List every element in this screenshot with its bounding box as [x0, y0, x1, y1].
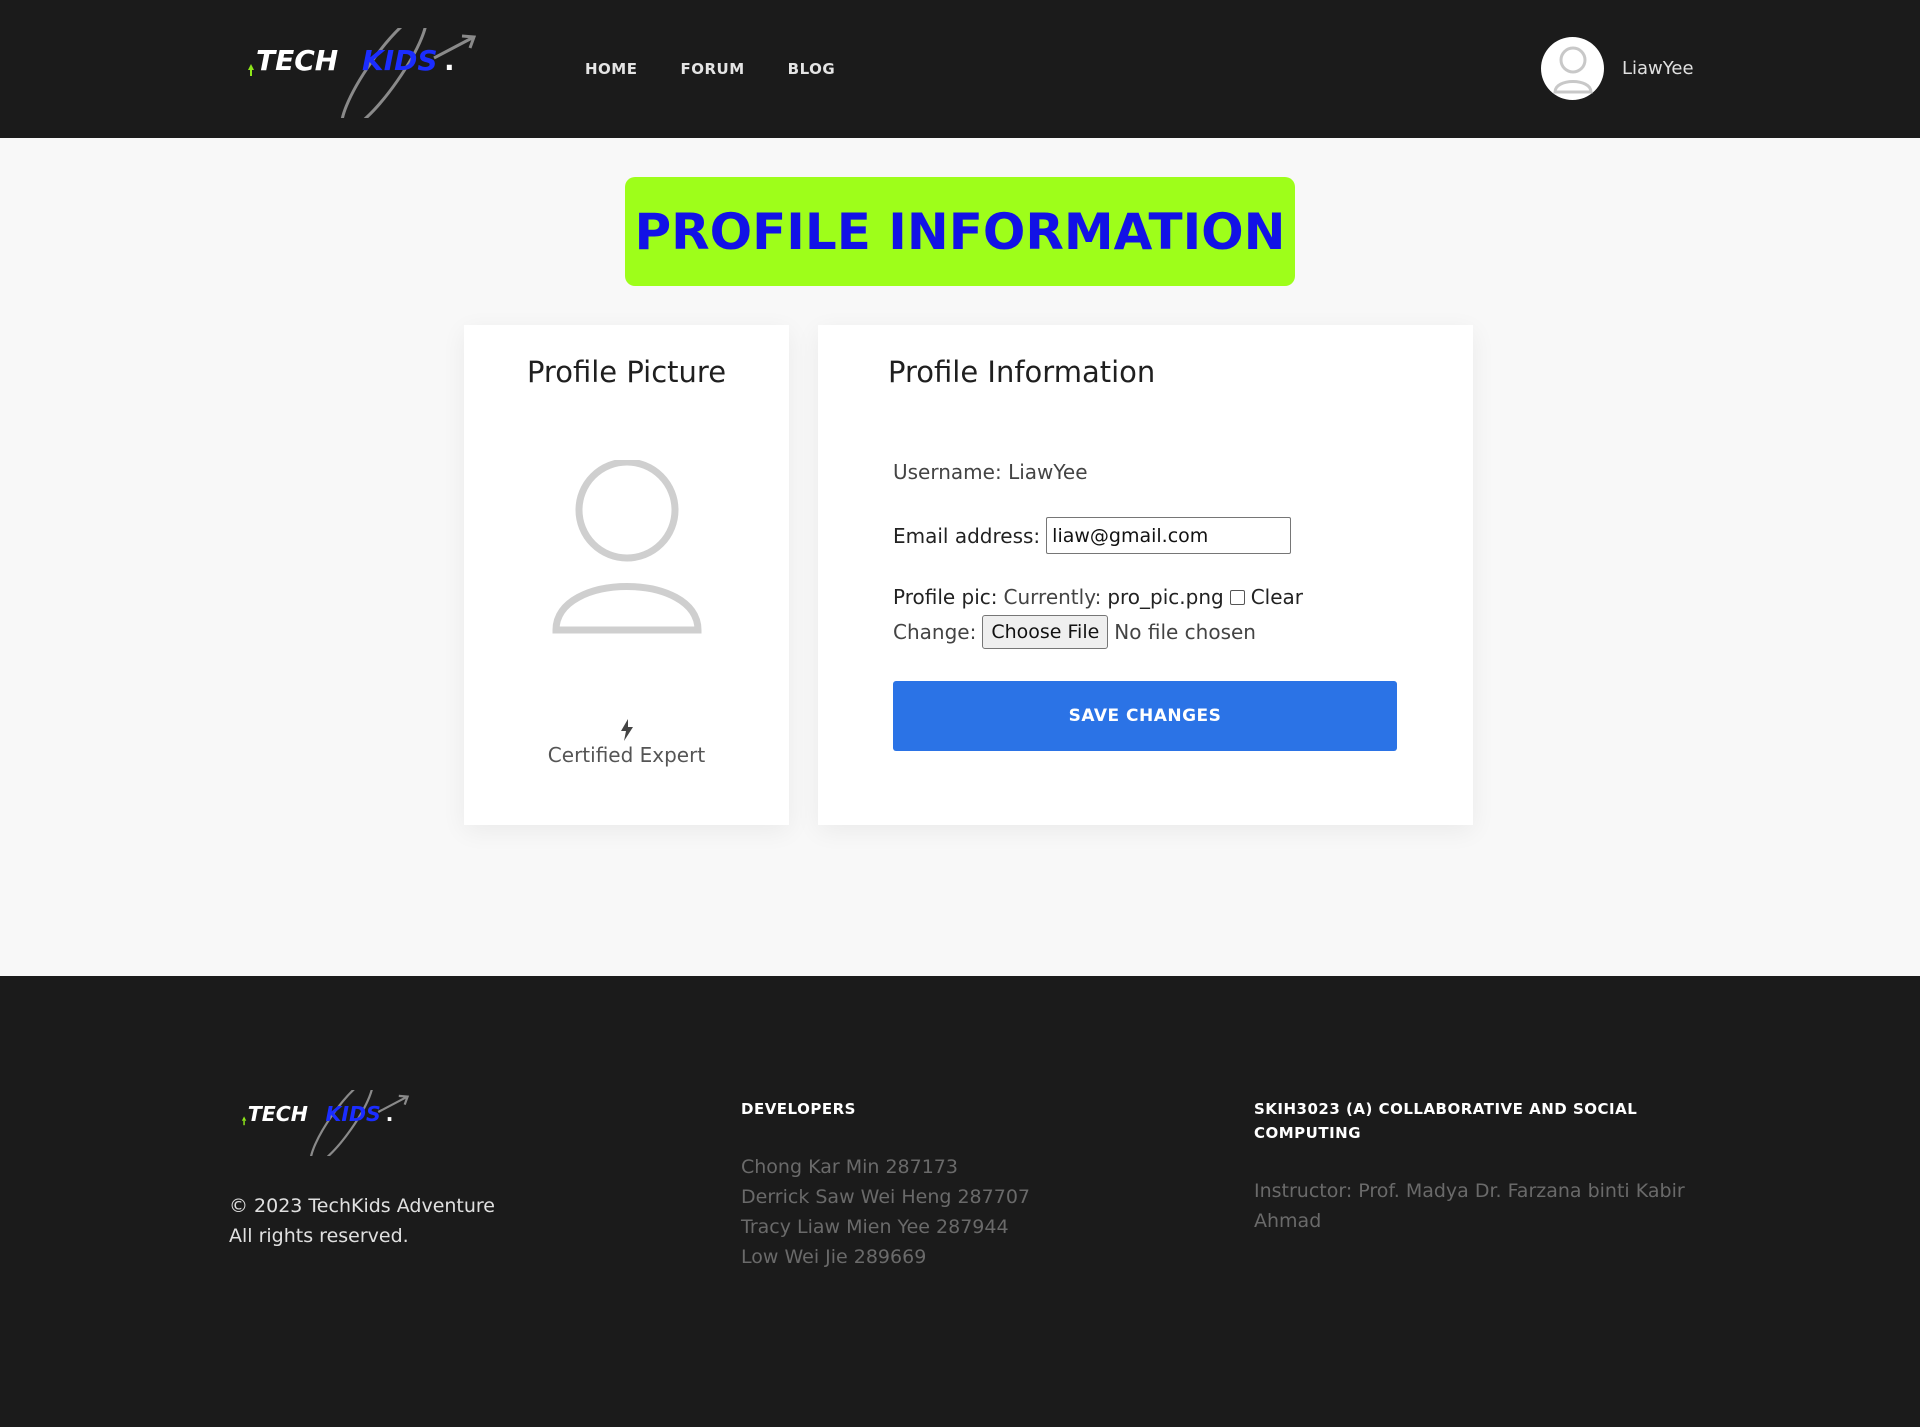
site-footer: TECH KIDS . © 2023 TechKids Adventure Al…: [0, 976, 1920, 1427]
developers-list: Chong Kar Min 287173 Derrick Saw Wei Hen…: [741, 1152, 1030, 1272]
list-item: Low Wei Jie 289669: [741, 1246, 927, 1268]
copyright-line: © 2023 TechKids Adventure: [229, 1195, 495, 1217]
currently-label: Currently:: [1003, 585, 1102, 609]
bolt-icon: [464, 719, 789, 746]
username-value: LiawYee: [1008, 460, 1088, 484]
user-name[interactable]: LiawYee: [1622, 58, 1694, 79]
list-item: Derrick Saw Wei Heng 287707: [741, 1186, 1030, 1208]
footer-techkids-logo[interactable]: TECH KIDS .: [238, 1090, 410, 1156]
badge-label: Certified Expert: [547, 743, 706, 767]
copyright: © 2023 TechKids Adventure All rights res…: [229, 1191, 495, 1251]
save-changes-button[interactable]: SAVE CHANGES: [893, 681, 1397, 751]
instructor-text: Instructor: Prof. Madya Dr. Farzana bint…: [1254, 1180, 1685, 1232]
main-nav: HOME FORUM BLOG: [585, 60, 835, 78]
footer-logo-text-tech: TECH: [248, 1102, 308, 1126]
footer-logo-text-kids: KIDS: [325, 1102, 380, 1126]
list-item: Chong Kar Min 287173: [741, 1156, 958, 1178]
email-label: Email address:: [893, 523, 1041, 548]
user-menu[interactable]: LiawYee: [1541, 37, 1694, 100]
username-label: Username:: [893, 460, 1002, 484]
list-item: Tracy Liaw Mien Yee 287944: [741, 1216, 1009, 1238]
profile-picture-title: Profile Picture: [526, 355, 727, 389]
change-file-row: Change: Choose File No file chosen: [893, 615, 1256, 649]
logo-text-tech: TECH: [256, 44, 338, 77]
nav-home[interactable]: HOME: [585, 60, 637, 78]
clear-checkbox[interactable]: [1229, 589, 1245, 605]
change-label: Change:: [893, 620, 977, 644]
avatar[interactable]: [1541, 37, 1604, 100]
email-row: Email address:: [893, 517, 1292, 554]
profile-information-title: Profile Information: [888, 355, 1156, 389]
logo-text-dot: .: [444, 44, 455, 77]
footer-logo-text-dot: .: [386, 1102, 394, 1126]
profile-picture-card: Profile Picture Certified Expert: [464, 325, 789, 825]
profile-pic-row: Profile pic: Currently: pro_pic.png Clea…: [893, 585, 1303, 609]
email-field[interactable]: [1046, 517, 1292, 554]
developers-title: DEVELOPERS: [741, 1100, 856, 1118]
techkids-logo[interactable]: TECH KIDS .: [244, 28, 476, 118]
current-file-link[interactable]: pro_pic.png: [1107, 585, 1223, 609]
logo-text-kids: KIDS: [362, 44, 438, 77]
site-header: TECH KIDS . HOME FORUM BLOG LiawYee: [0, 0, 1920, 138]
profile-information-card: Profile Information Username: LiawYee Em…: [818, 325, 1473, 825]
profile-pic-label: Profile pic:: [893, 585, 998, 609]
page-title: PROFILE INFORMATION: [634, 202, 1286, 261]
clear-label: Clear: [1250, 585, 1304, 609]
no-file-text: No file chosen: [1114, 620, 1256, 644]
rights-line: All rights reserved.: [229, 1225, 409, 1247]
course-title: SKIH3023 (A) COLLABORATIVE AND SOCIAL CO…: [1254, 1100, 1638, 1142]
page-title-banner: PROFILE INFORMATION: [625, 177, 1295, 286]
nav-blog[interactable]: BLOG: [788, 60, 836, 78]
profile-avatar-icon: [552, 460, 702, 634]
choose-file-button[interactable]: Choose File: [982, 615, 1109, 649]
username-row: Username: LiawYee: [893, 460, 1088, 484]
user-icon: [1552, 46, 1593, 93]
nav-forum[interactable]: FORUM: [680, 60, 744, 78]
